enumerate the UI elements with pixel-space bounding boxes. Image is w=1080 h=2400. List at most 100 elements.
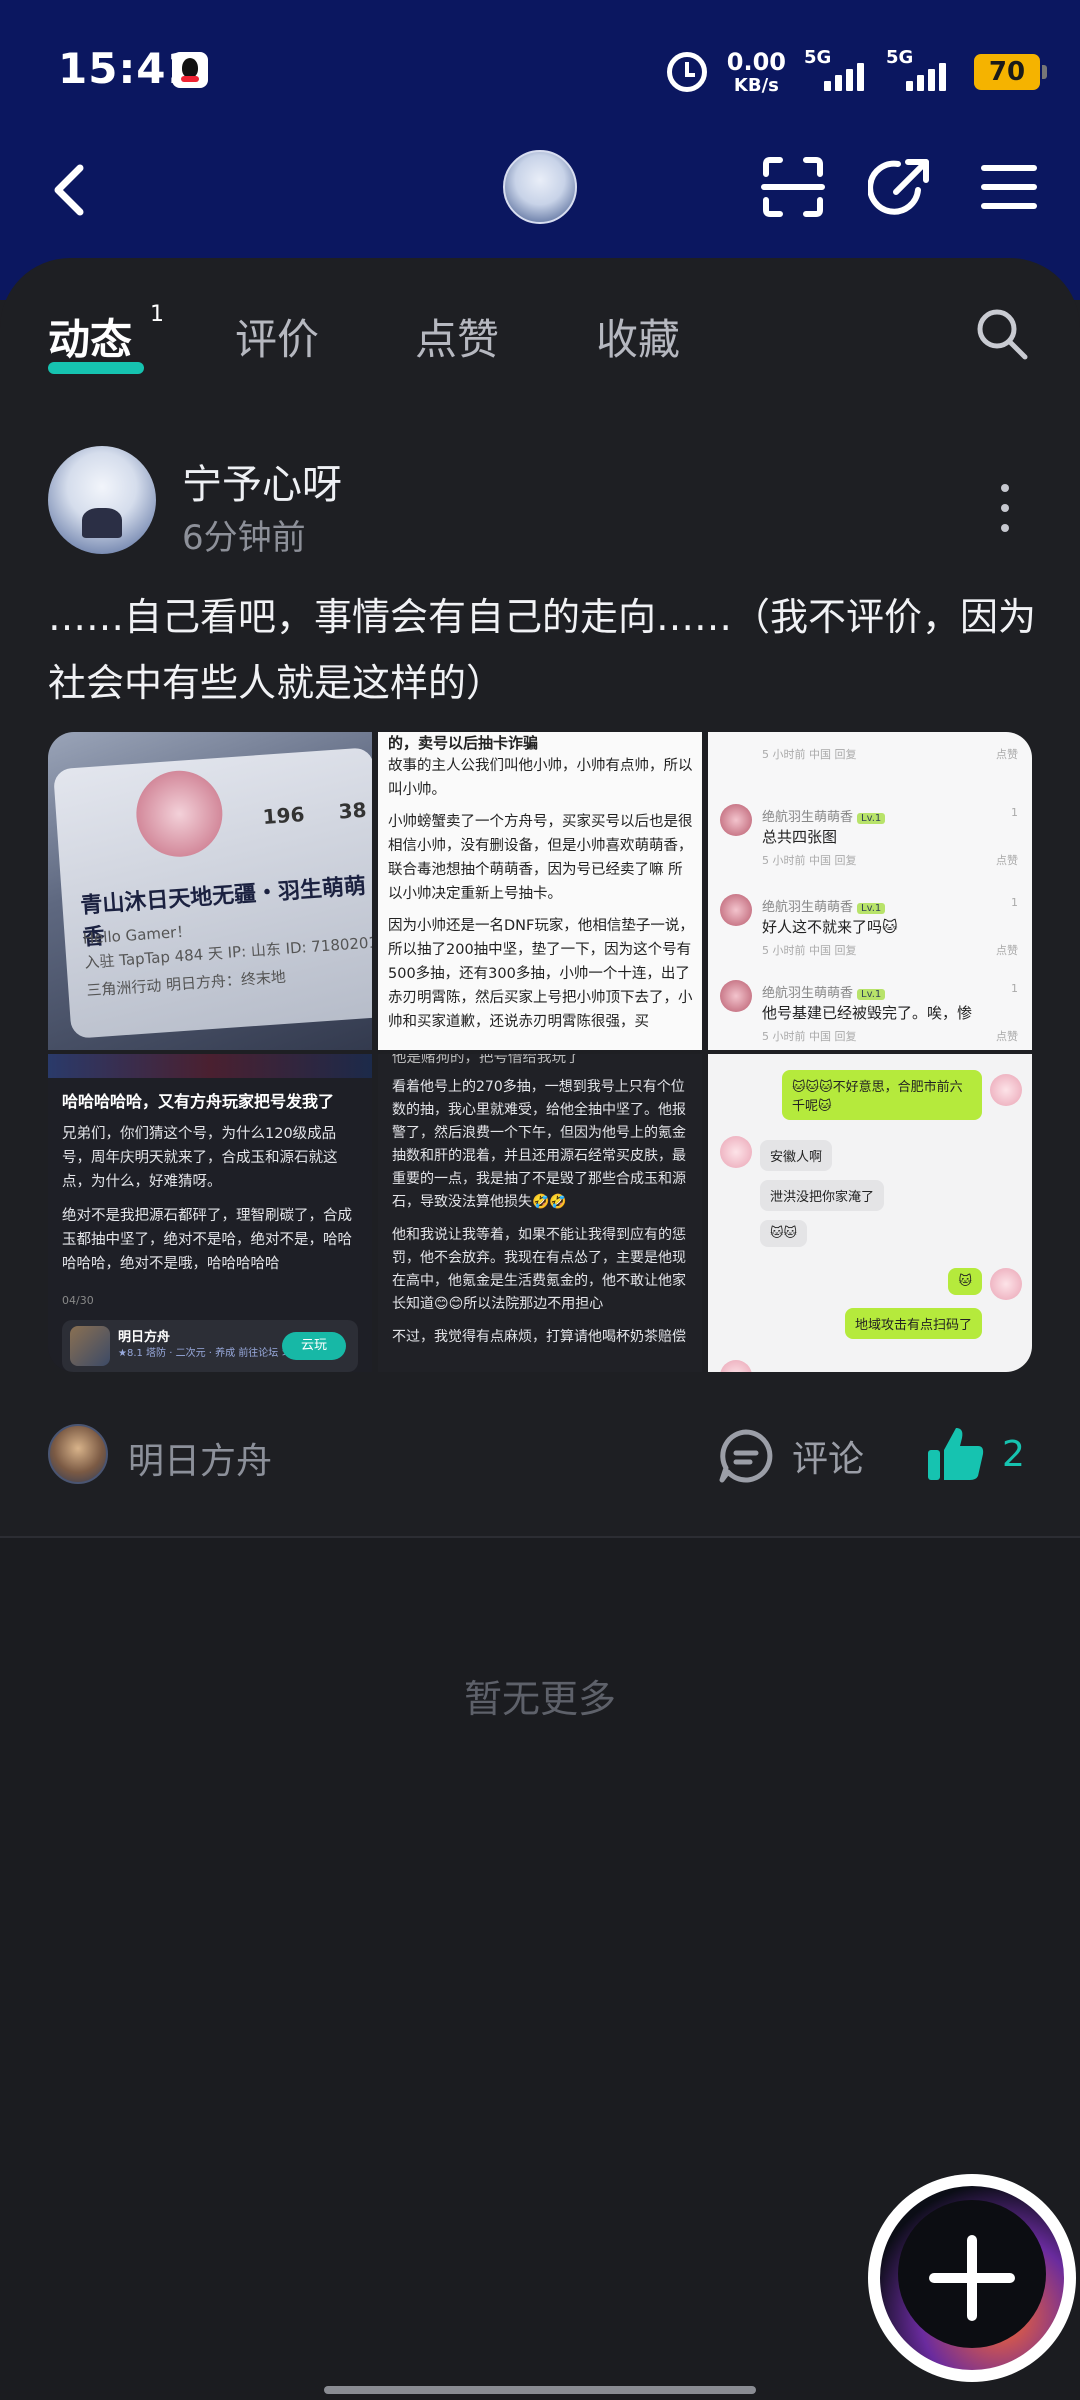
dark-post-title: 哈哈哈哈哈，又有方舟玩家把号发我了 [62,1092,335,1111]
scan-button[interactable] [760,154,826,220]
menu-icon [981,165,1037,209]
share-icon [867,159,929,215]
banner-image [48,1054,372,1078]
dark-doc-paragraph: 看着他号上的270多抽，一想到我号上只有个位数的抽，我心里就难受，给他全抽中坚了… [392,1079,686,1210]
comment-like: 点赞 [996,944,1018,957]
profile-avatar-image [133,767,226,860]
dark-post-paragraph: 兄弟们，你们猜这个号，为什么120级成品号，周年庆明天就来了，合成玉和源石就这点… [62,1126,338,1190]
dark-post-date: 04/30 [62,1294,94,1307]
post-image-4[interactable]: 哈哈哈哈哈，又有方舟玩家把号发我了 兄弟们，你们猜这个号，为什么120级成品号，… [48,1054,372,1372]
like-button[interactable]: 2 [926,1422,1025,1486]
back-button[interactable] [40,158,104,222]
post-body-text: ……自己看吧，事情会有自己的走向……（我不评价，因为社会中有些人就是这样的） [48,595,1037,705]
tab-active-indicator [48,362,144,374]
post-image-6[interactable]: 🐱🐱🐱不好意思，合肥市前六千呢🐱 安徽人啊 泄洪没把你家淹了 🐱🐱 🐱 地域攻击… [708,1054,1032,1372]
net-speed-unit: KB/s [733,74,779,96]
comment-meta: 5 小时前 中国 回复 [762,1030,857,1043]
comment-avatar [720,894,752,926]
chat-avatar [720,1136,752,1168]
chat-message: 🐱🐱 [760,1220,808,1247]
search-button[interactable] [974,306,1030,362]
feed-end-text: 暂无更多 [463,1677,616,1721]
comment-text: 好人这不就来了吗🐱 [762,918,898,936]
menu-button[interactable] [976,154,1042,220]
home-indicator[interactable] [324,2386,756,2394]
dark-post-paragraph: 绝对不是我把源石都砰了，理智刷碳了，合成玉都抽中坚了，绝对不是哈，绝对不是，哈哈… [62,1208,352,1272]
comment-count: 1 [1011,982,1018,995]
plus-icon [929,2235,1015,2321]
comment-author: 绝航羽生萌萌香 Lv.1 [762,896,886,915]
alarm-icon [666,52,707,92]
comment-text: 总共四张图 [762,828,838,846]
more-icon [1001,484,1009,492]
signal-1-label: 5G [804,47,832,68]
top-nav-bar [0,140,1080,240]
tab-reviews[interactable]: 评价 [235,306,319,367]
comment-like: 点赞 [996,1030,1018,1043]
doc-paragraph: 小帅螃蟹卖了一个方舟号，买家买号以后也是很相信小帅，没有删设备，但是小帅喜欢萌萌… [388,814,693,902]
comment-icon [719,1429,773,1483]
comment-author: 绝航羽生萌萌香 Lv.1 [762,806,886,825]
post-more-button[interactable] [990,480,1020,536]
comment-top-like: 点赞 [996,748,1018,761]
dark-post-body: 兄弟们，你们猜这个号，为什么120级成品号，周年庆明天就来了，合成玉和源石就这点… [62,1122,362,1276]
game-card-icon [70,1326,110,1366]
comment-item: 绝航羽生萌萌香 Lv.1 总共四张图 5 小时前 中国 回复 1 点赞 [720,804,1022,894]
post-author-avatar[interactable] [48,446,156,554]
chat-message: 安徽人啊 [760,1140,833,1171]
dark-doc-top-line: 他是赌狗的，把号借给我玩了 [392,1054,581,1066]
tab-bar: 动态 1 评价 点赞 收藏 [0,258,1080,398]
chat-message: 🐱🐱🐱不好意思，合肥市前六千呢🐱 [782,1070,982,1120]
comment-button[interactable]: 评论 [716,1426,864,1486]
post-image-grid: 196 38 青山沐日天地无疆・羽生萌萌香 Hello Gamer！ 入驻 Ta… [48,732,1032,1372]
share-button[interactable] [867,154,934,220]
battery-icon: 70 [974,54,1047,90]
post-image-5[interactable]: 他是赌狗的，把号借给我玩了 看着他号上的270多抽，一想到我号上只有个位数的抽，… [378,1054,702,1372]
doc-body: 故事的主人公我们叫他小帅，小帅有点帅，所以叫小帅。 小帅螃蟹卖了一个方舟号，买家… [388,754,694,1042]
comment-author: 绝航羽生萌萌香 Lv.1 [762,982,886,1001]
comment-text: 他号基建已经被毁完了。唉，惨 [762,1004,973,1022]
tab-posts-label: 动态 [48,315,133,364]
qq-notification-icon [172,52,208,88]
profile-stat-b: 38 [337,797,368,824]
doc-paragraph: 故事的主人公我们叫他小帅，小帅有点帅，所以叫小帅。 [388,758,693,798]
chat-message: 地域攻击有点扫码了 [844,1308,982,1339]
post-author-name[interactable]: 宁予心呀 [182,452,342,510]
chat-avatar [720,1360,752,1372]
tab-posts[interactable]: 动态 [48,306,132,367]
signal-2-icon: 5G [886,47,956,95]
thumbs-up-icon [928,1428,984,1480]
comment-count: 1 [1011,806,1018,819]
game-card-meta: ★8.1 塔防 · 二次元 · 养成 前往论坛 > [118,1348,290,1359]
chat-avatar [990,1268,1022,1300]
doc-paragraph: 因为小帅还是一名DNF玩家，他相信垫子一说，所以抽了200抽中坚，垫了一下，因为… [388,918,694,1030]
post-image-2[interactable]: 的，卖号以后抽卡诈骗 故事的主人公我们叫他小帅，小帅有点帅，所以叫小帅。 小帅螃… [378,732,702,1050]
comment-item: 绝航羽生萌萌香 Lv.1 他号基建已经被毁完了。唉，惨 5 小时前 中国 回复 1… [720,980,1022,1050]
tab-likes[interactable]: 点赞 [415,306,499,367]
doc-title: 的，卖号以后抽卡诈骗 [388,734,539,752]
chat-message: 泄洪没把你家淹了 [760,1180,885,1211]
post-image-1[interactable]: 196 38 青山沐日天地无疆・羽生萌萌香 Hello Gamer！ 入驻 Ta… [48,732,372,1050]
profile-stat-a: 196 [261,802,306,829]
header-avatar[interactable] [503,150,577,224]
dark-doc-paragraph: 不过，我觉得有点麻烦，打算请他喝杯奶茶赔偿 [392,1329,686,1345]
battery-level: 70 [988,57,1026,87]
game-tag-icon[interactable] [48,1424,108,1484]
status-bar: 15:41 0.00 KB/s 5G 5G 70 [0,0,1080,140]
chat-message: 🐱 [948,1268,982,1295]
comment-count: 1 [1011,896,1018,909]
post-image-3[interactable]: 5 小时前 中国 回复 点赞 绝航羽生萌萌香 Lv.1 总共四张图 5 小时前 中… [708,732,1032,1050]
comment-item: 绝航羽生萌萌香 Lv.1 好人这不就来了吗🐱 5 小时前 中国 回复 1 点赞 [720,894,1022,984]
profile-screenshot: 196 38 青山沐日天地无疆・羽生萌萌香 Hello Gamer！ 入驻 Ta… [52,747,372,1039]
signal-1-icon: 5G [804,47,874,95]
status-indicators: 0.00 KB/s 5G 5G 70 [666,47,1047,96]
tab-posts-badge: 1 [150,302,164,327]
create-post-button[interactable] [868,2174,1076,2382]
comment-avatar [720,804,752,836]
content-panel: 动态 1 评价 点赞 收藏 宁予心呀 6分钟前 ……自己看吧，事情会有自己的走向… [0,258,1080,2400]
dark-doc-body: 看着他号上的270多抽，一想到我号上只有个位数的抽，我心里就难受，给他全抽中坚了… [392,1076,692,1349]
tab-favorites[interactable]: 收藏 [596,306,680,367]
game-tag-label[interactable]: 明日方舟 [128,1432,272,1484]
comment-meta: 5 小时前 中国 回复 [762,944,857,957]
game-card-play: 云玩 [282,1332,346,1360]
